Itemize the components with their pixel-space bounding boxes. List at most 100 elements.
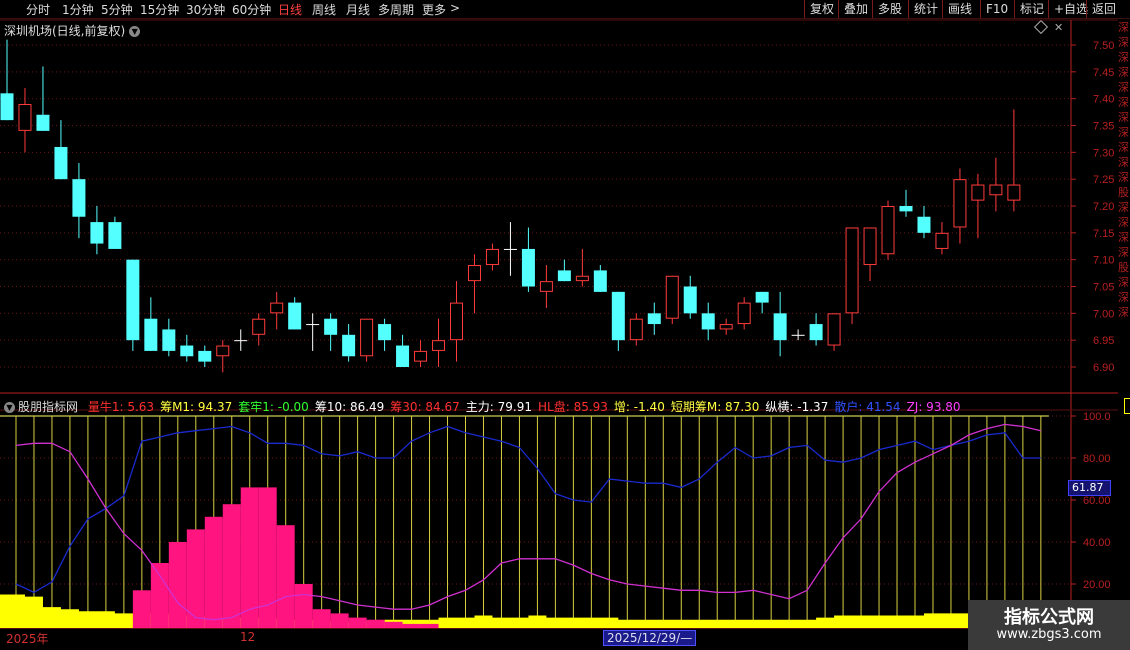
candle-body bbox=[72, 179, 86, 217]
indicator-tick-label: 40.00 bbox=[1083, 537, 1111, 549]
indicator-readouts: 量牛1: 5.63 筹M1: 94.37 套牢1: -0.00 筹10: 86.49 筹… bbox=[88, 400, 967, 414]
price-tick-label: 7.20 bbox=[1093, 201, 1114, 213]
candle-body bbox=[575, 275, 589, 282]
candle-body bbox=[881, 206, 895, 255]
price-tick-label: 7.45 bbox=[1093, 67, 1114, 79]
candle-body bbox=[450, 302, 463, 341]
candle-body bbox=[845, 227, 859, 314]
candle-body bbox=[755, 291, 769, 303]
candle-body bbox=[719, 324, 733, 330]
pink-bar bbox=[204, 516, 223, 628]
candle-body bbox=[342, 334, 356, 357]
price-tick-label: 6.95 bbox=[1093, 335, 1114, 347]
readout-11: ZJ: 93.80 bbox=[906, 400, 961, 414]
price-tick-label: 7.40 bbox=[1093, 94, 1114, 106]
candle-body bbox=[593, 270, 607, 292]
price-tick-label: 7.10 bbox=[1093, 255, 1114, 267]
candle-body bbox=[683, 286, 697, 314]
candle-body bbox=[701, 313, 715, 330]
candle-body bbox=[198, 350, 212, 362]
pink-bar bbox=[366, 619, 385, 628]
candle-body bbox=[18, 104, 32, 131]
candle-body bbox=[665, 275, 679, 319]
candle-body bbox=[288, 302, 302, 330]
candle-body bbox=[809, 324, 823, 341]
pink-bar bbox=[168, 542, 187, 628]
candle-body bbox=[899, 206, 913, 212]
indicator-line-1 bbox=[15, 423, 1042, 621]
candle-body bbox=[396, 345, 410, 368]
readout-4: 筹30: 84.67 bbox=[390, 400, 460, 414]
candle-body bbox=[252, 318, 266, 335]
pink-bar bbox=[384, 621, 403, 628]
candle-body bbox=[414, 350, 428, 362]
readout-6: HL盘: 85.93 bbox=[538, 400, 608, 414]
date-axis: 2025年 12 2025/12/29/— bbox=[0, 630, 1071, 646]
pink-bar bbox=[240, 487, 259, 628]
indicator-tick-label: 80.00 bbox=[1083, 453, 1111, 465]
candle-body bbox=[1007, 184, 1021, 201]
readout-1: 筹M1: 94.37 bbox=[160, 400, 233, 414]
readout-2: 套牢1: -0.00 bbox=[238, 400, 309, 414]
current-value-tag: 61.87 bbox=[1068, 480, 1111, 496]
pink-bar bbox=[222, 504, 241, 628]
candle-body bbox=[360, 318, 374, 357]
readout-7: 增: -1.40 bbox=[613, 400, 665, 414]
price-tick-label: 7.30 bbox=[1093, 147, 1114, 159]
candle-body bbox=[180, 345, 194, 357]
candle-body bbox=[521, 248, 535, 287]
price-tick-label: 7.35 bbox=[1093, 121, 1114, 133]
indicator-tick-label: 60.00 bbox=[1083, 495, 1111, 507]
candle-body bbox=[647, 313, 661, 325]
candle-body bbox=[971, 184, 985, 201]
candle-body bbox=[234, 340, 248, 342]
candle-body bbox=[863, 227, 877, 266]
candle-body bbox=[306, 324, 320, 326]
candle-body bbox=[36, 114, 50, 131]
candle-body bbox=[629, 318, 643, 341]
candle-body bbox=[935, 232, 949, 249]
date-mid-label: 12 bbox=[240, 630, 256, 644]
price-tick-label: 7.15 bbox=[1093, 228, 1114, 240]
candle-body bbox=[737, 302, 751, 325]
candle-body bbox=[917, 216, 931, 233]
indicator-tick-label: 20.00 bbox=[1083, 579, 1111, 591]
price-tick-label: 7.25 bbox=[1093, 174, 1114, 186]
watermark: 指标公式网 www.zbgs3.com bbox=[968, 600, 1130, 650]
candle-body bbox=[324, 318, 338, 335]
candle-body bbox=[953, 179, 967, 228]
candle-body bbox=[378, 324, 392, 341]
candle-body bbox=[162, 329, 176, 351]
side-box bbox=[1124, 398, 1130, 414]
pink-bar bbox=[150, 563, 169, 628]
candle-body bbox=[827, 313, 841, 346]
candle-body bbox=[611, 291, 625, 341]
readout-0: 量牛1: 5.63 bbox=[87, 400, 155, 414]
price-tick-label: 7.05 bbox=[1093, 282, 1114, 294]
candle-body bbox=[485, 248, 499, 266]
pink-bar bbox=[294, 584, 313, 628]
price-tick-label: 7.50 bbox=[1093, 40, 1114, 52]
readout-10: 散户: 41.54 bbox=[834, 400, 901, 414]
candle-body bbox=[503, 248, 517, 250]
candle-body bbox=[773, 313, 787, 341]
side-strip: 深深深深深深深深深深深股深深深深股深深深 bbox=[1118, 21, 1129, 319]
date-start-label: 2025年 bbox=[6, 632, 49, 646]
indicator-tick-label: 100.0 bbox=[1083, 411, 1111, 423]
candle-body bbox=[467, 265, 481, 282]
chart-area: 7.50 7.45 7.40 7.35 7.30 7.25 7.20 7.15 7.10 7.05… bbox=[0, 19, 1118, 630]
readout-8: 短期筹M: 87.30 bbox=[670, 400, 760, 414]
indicator-menu-icon[interactable]: ▼ bbox=[4, 402, 15, 413]
date-cursor-label: 2025/12/29/— bbox=[603, 630, 697, 646]
pink-bar bbox=[276, 525, 295, 628]
readout-9: 纵横: -1.37 bbox=[765, 400, 829, 414]
indicator-title: 股朋指标网 bbox=[18, 400, 79, 414]
readout-3: 筹10: 86.49 bbox=[314, 400, 385, 414]
price-tick-label: 7.00 bbox=[1093, 308, 1114, 320]
candle-body bbox=[216, 345, 230, 357]
candle-body bbox=[557, 270, 571, 282]
pink-bar bbox=[312, 609, 331, 628]
readout-5: 主力: 79.91 bbox=[465, 400, 532, 414]
candle-body bbox=[126, 259, 140, 341]
candle-body bbox=[539, 281, 553, 292]
